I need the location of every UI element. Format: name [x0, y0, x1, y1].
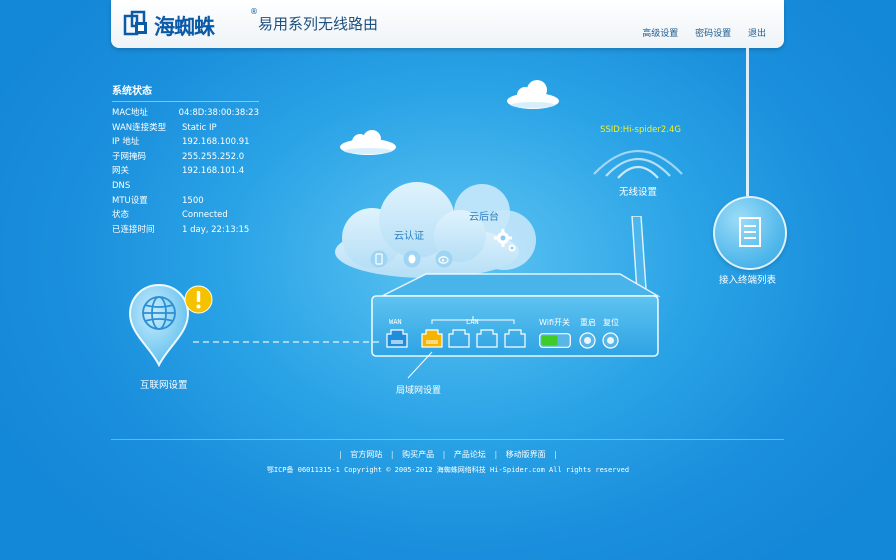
status-row: 网关 192.168.101.4 — [112, 164, 259, 179]
footer-separator: | — [390, 450, 394, 459]
footer-divider — [111, 439, 784, 440]
small-cloud-icon — [340, 130, 396, 155]
wan-port-icon[interactable] — [386, 328, 408, 348]
globe-pin-icon[interactable] — [128, 283, 190, 367]
status-value: 04:8D:38:00:38:23 — [178, 108, 259, 118]
footer-link-forum[interactable]: 产品论坛 — [454, 450, 486, 459]
nav-advanced-settings[interactable]: 高级设置 — [642, 29, 678, 39]
logo-mark-icon — [123, 10, 147, 36]
status-key: IP 地址 — [112, 137, 140, 148]
status-value: 1500 — [182, 195, 204, 206]
status-key: MAC地址 — [112, 108, 148, 118]
brand-logo[interactable]: 海蜘蛛 ® — [123, 7, 258, 40]
device-list-label[interactable]: 接入终端列表 — [719, 272, 776, 286]
status-key: 已连接时间 — [112, 224, 155, 235]
internet-settings-label[interactable]: 互联网设置 — [140, 377, 188, 391]
lan-settings-label[interactable]: 局域网设置 — [396, 383, 441, 396]
status-key: 网关 — [112, 166, 130, 177]
warning-icon[interactable] — [184, 285, 213, 314]
lan-port-1-icon[interactable] — [421, 328, 443, 348]
restart-label: 重启 — [580, 318, 596, 327]
footer-links: | 官方网站 | 购买产品 | 产品论坛 | 移动版界面 | — [0, 449, 896, 460]
device-list-button[interactable] — [713, 196, 787, 270]
status-key: DNS — [112, 180, 131, 191]
status-title: 系统状态 — [112, 82, 259, 102]
wireless-settings-label[interactable]: 无线设置 — [619, 184, 657, 198]
status-row: MTU设置 1500 — [112, 194, 259, 209]
status-value: 192.168.100.91 — [182, 137, 250, 148]
lan-port-2-icon[interactable] — [448, 328, 470, 348]
system-status-panel: 系统状态 MAC地址 04:8D:38:00:38:23 WAN连接类型 Stati… — [112, 82, 259, 237]
connection-dashed-line — [193, 341, 379, 343]
lan-label: LAN — [466, 318, 479, 326]
status-row: DNS — [112, 179, 259, 194]
registered-mark: ® — [250, 7, 258, 16]
status-value: 255.255.252.0 — [182, 151, 245, 162]
status-key: 状态 — [112, 210, 130, 221]
small-cloud-icon — [507, 80, 559, 109]
logo-text: 海蜘蛛 — [154, 15, 215, 39]
footer-separator: | — [339, 450, 342, 459]
status-row: MAC地址 04:8D:38:00:38:23 — [112, 106, 259, 121]
status-value: 1 day, 22:13:15 — [182, 224, 250, 235]
footer-separator: | — [442, 450, 446, 459]
status-value: 192.168.101.4 — [182, 166, 245, 177]
document-icon — [739, 217, 761, 247]
lan-port-3-icon[interactable] — [476, 328, 498, 348]
footer-separator: | — [494, 450, 498, 459]
lan-pointer-line — [407, 351, 433, 379]
restart-button[interactable] — [579, 332, 596, 349]
status-key: WAN连接类型 — [112, 122, 167, 133]
status-key: MTU设置 — [112, 195, 148, 206]
wifi-switch-label: Wifi开关 — [539, 318, 570, 327]
status-value — [182, 179, 259, 194]
wifi-toggle[interactable] — [539, 333, 571, 348]
lan-port-4-icon[interactable] — [504, 328, 526, 348]
footer-link-mobile[interactable]: 移动版界面 — [506, 450, 546, 459]
device-connector-line — [746, 48, 749, 196]
wifi-signal-icon[interactable] — [588, 134, 688, 182]
wan-label: WAN — [389, 318, 402, 326]
status-row: IP 地址 192.168.100.91 — [112, 135, 259, 150]
status-value: Static IP — [182, 122, 217, 133]
status-row: 状态 Connected — [112, 208, 259, 223]
nav-password-settings[interactable]: 密码设置 — [695, 29, 731, 39]
top-nav: 高级设置 密码设置 退出 — [628, 26, 766, 39]
status-row: 子网掩码 255.255.252.0 — [112, 150, 259, 165]
status-row: 已连接时间 1 day, 22:13:15 — [112, 223, 259, 238]
status-key: 子网掩码 — [112, 151, 147, 162]
status-row: WAN连接类型 Static IP — [112, 121, 259, 136]
footer-separator: | — [554, 450, 557, 459]
product-title: 易用系列无线路由 — [258, 15, 379, 33]
reset-label: 复位 — [603, 318, 619, 327]
status-value: Connected — [182, 210, 228, 221]
footer-copyright: 鄂ICP备 06011315-1 Copyright © 2005-2012 海… — [266, 466, 630, 474]
top-header: 海蜘蛛 ® 易用系列无线路由 高级设置 密码设置 退出 — [111, 0, 784, 48]
footer-link-official[interactable]: 官方网站 — [350, 450, 382, 459]
footer-link-buy[interactable]: 购买产品 — [402, 450, 434, 459]
nav-logout[interactable]: 退出 — [748, 29, 766, 39]
reset-button[interactable] — [602, 332, 619, 349]
